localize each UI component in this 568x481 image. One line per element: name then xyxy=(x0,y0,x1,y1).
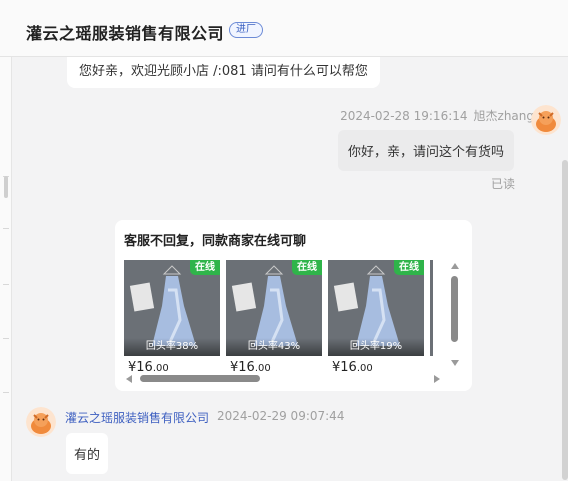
product-image[interactable]: 在线 回头率19% xyxy=(328,260,424,356)
product-image[interactable]: 在线 回头率38% xyxy=(124,260,220,356)
card-horizontal-scrollbar[interactable] xyxy=(124,372,442,386)
scroll-right-icon[interactable] xyxy=(434,375,440,383)
product-item[interactable]: 在线 回头率43% ¥16.00 xyxy=(226,260,322,378)
repurchase-rate: 回头率38% xyxy=(124,338,220,356)
message-timestamp: 2024-02-28 19:16:14 xyxy=(340,109,468,123)
read-status: 已读 xyxy=(491,177,516,191)
product-image[interactable]: 在线 回头率43% xyxy=(226,260,322,356)
divider xyxy=(3,338,9,339)
chat-header: 灌云之瑶服装销售有限公司 进厂 xyxy=(0,0,568,57)
my-avatar-icon[interactable] xyxy=(531,105,561,135)
online-badge: 在线 xyxy=(190,260,220,275)
scroll-up-icon[interactable] xyxy=(451,263,459,269)
shop-title[interactable]: 灌云之瑶服装销售有限公司 xyxy=(26,20,224,44)
online-badge: 在线 xyxy=(394,260,424,275)
underlying-panel-strip xyxy=(0,56,12,481)
divider xyxy=(3,228,9,229)
enter-shop-badge[interactable]: 进厂 xyxy=(229,22,263,38)
product-item[interactable]: ¥1 xyxy=(430,260,433,378)
my-message-meta: 2024-02-28 19:16:14 旭杰zhang xyxy=(340,107,534,124)
card-title: 客服不回复，同款商家在线可聊 xyxy=(124,234,307,249)
message-timestamp: 2024-02-29 09:07:44 xyxy=(217,409,345,423)
my-username: 旭杰zhang xyxy=(473,109,534,123)
scroll-thumb[interactable] xyxy=(451,276,458,342)
divider xyxy=(3,392,9,393)
product-item[interactable]: 在线 回头率38% ¥16.00 xyxy=(124,260,220,378)
panel-scroll-marker xyxy=(4,176,8,198)
chat-scrollbar[interactable] xyxy=(562,160,568,480)
divider xyxy=(3,284,9,285)
product-image[interactable] xyxy=(430,260,433,356)
online-badge: 在线 xyxy=(292,260,322,275)
card-vertical-scrollbar[interactable] xyxy=(448,260,462,368)
shop-avatar-icon[interactable] xyxy=(26,407,56,437)
product-item[interactable]: 在线 回头率19% ¥16.00 xyxy=(328,260,424,378)
repurchase-rate: 回头率19% xyxy=(328,338,424,356)
scroll-thumb[interactable] xyxy=(140,375,260,382)
scroll-left-icon[interactable] xyxy=(126,375,132,383)
scroll-down-icon[interactable] xyxy=(451,360,459,366)
product-list: 在线 回头率38% ¥16.00 在线 回头率43% ¥16.00 在线 回头率… xyxy=(124,260,433,378)
chat-message-area[interactable]: 您好亲，欢迎光顾小店 /:081 请问有什么可以帮您 2024-02-28 19… xyxy=(12,57,568,481)
welcome-message: 您好亲，欢迎光顾小店 /:081 请问有什么可以帮您 xyxy=(67,57,380,88)
repurchase-rate: 回头率43% xyxy=(226,338,322,356)
recommendation-card[interactable]: 客服不回复，同款商家在线可聊 在线 回头率38% ¥16.00 在线 回头率43… xyxy=(115,220,472,391)
shop-message: 有的 xyxy=(66,433,109,474)
shop-sender-name[interactable]: 灌云之瑶服装销售有限公司 xyxy=(65,409,209,426)
my-message: 你好，亲，请问这个有货吗 xyxy=(338,130,515,171)
